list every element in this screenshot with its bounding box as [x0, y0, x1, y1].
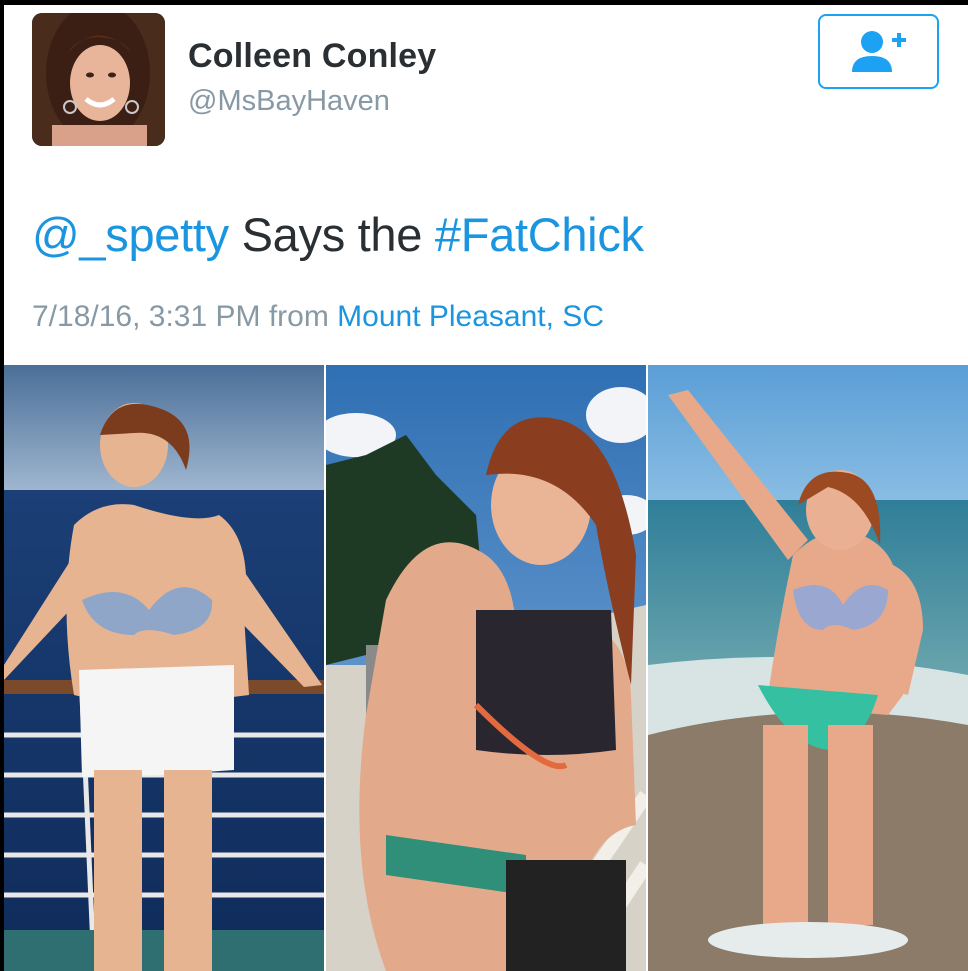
add-user-icon — [851, 30, 906, 72]
photo-1[interactable] — [4, 365, 324, 971]
meta-from: from — [260, 300, 338, 333]
tweet-card: Colleen Conley @MsBayHaven @_spetty Says… — [4, 5, 968, 971]
user-handle[interactable]: @MsBayHaven — [188, 85, 390, 118]
mention-link[interactable]: @_spetty — [32, 208, 229, 261]
avatar[interactable] — [32, 13, 165, 146]
photo-2[interactable] — [326, 365, 646, 971]
display-name[interactable]: Colleen Conley — [188, 37, 436, 76]
tweet-text: @_spetty Says the #FatChick — [32, 207, 644, 262]
timestamp: 7/18/16, 3:31 PM — [32, 300, 261, 333]
tweet-body: Says the — [228, 208, 435, 261]
location-link[interactable]: Mount Pleasant, SC — [337, 300, 604, 333]
follow-button[interactable] — [818, 14, 939, 89]
photo-3[interactable] — [648, 365, 968, 971]
tweet-meta: 7/18/16, 3:31 PM from Mount Pleasant, SC — [32, 300, 604, 334]
hashtag-link[interactable]: #FatChick — [435, 208, 644, 261]
